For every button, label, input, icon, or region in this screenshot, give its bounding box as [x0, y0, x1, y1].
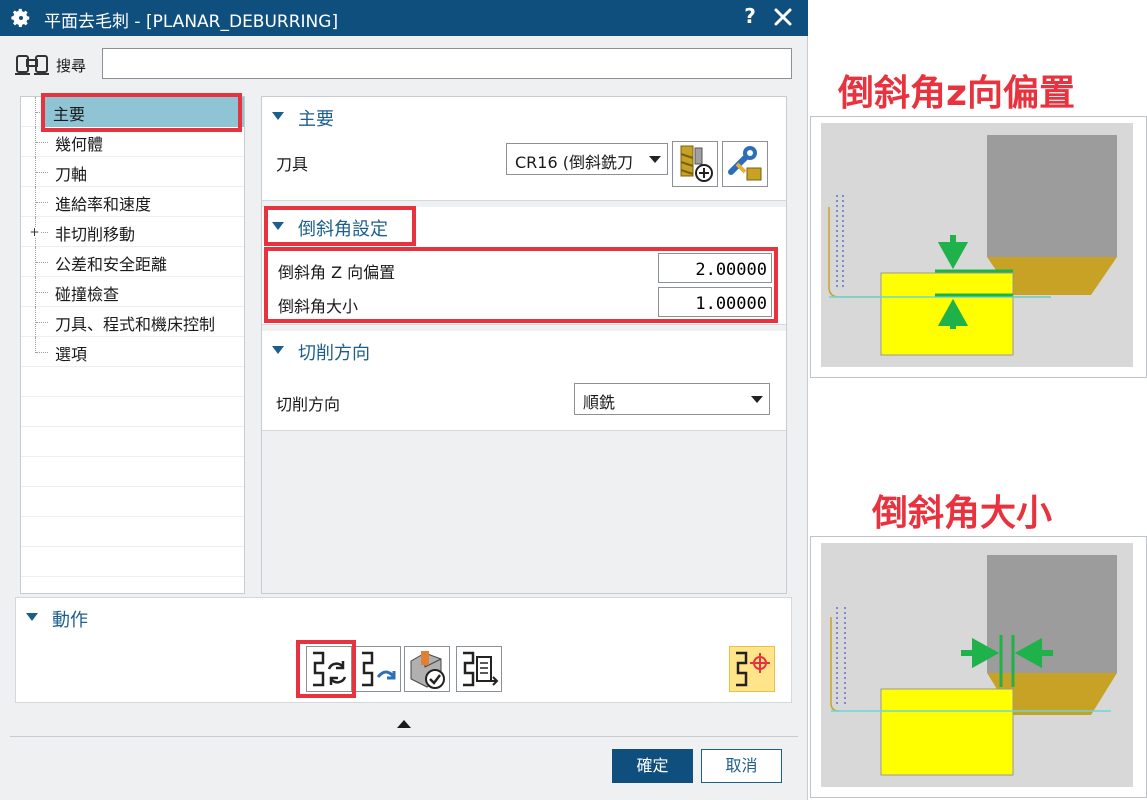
- list-toolpath-icon: [463, 651, 499, 687]
- chamfer-size-illustration: [810, 536, 1147, 798]
- chamfer-group-header[interactable]: 倒斜角設定: [272, 215, 388, 240]
- tree-item-non-cutting-moves[interactable]: + 非切削移動: [21, 217, 244, 247]
- tree-item-tool-axis[interactable]: 刀軸: [21, 157, 244, 187]
- tree-empty-row: [21, 547, 244, 577]
- replay-icon: [362, 651, 396, 687]
- chamfer-z-offset-illustration: [810, 116, 1147, 378]
- gear-icon: [11, 8, 30, 27]
- main-group: 主要 刀具 CR16 (倒斜銑刀: [262, 97, 786, 201]
- chamfer-z-offset-input[interactable]: [658, 253, 772, 283]
- tree-empty-row: [21, 427, 244, 457]
- chamfer-size-label: 倒斜角大小: [278, 297, 359, 316]
- collapse-triangle-icon: [272, 346, 284, 354]
- display-toolpath-button[interactable]: [729, 646, 775, 692]
- cut-direction-label: 切削方向: [276, 395, 341, 414]
- tree-empty-row: [21, 397, 244, 427]
- ok-button[interactable]: 確定: [612, 749, 693, 783]
- collapse-triangle-icon: [272, 112, 284, 120]
- navigator-tree: 主要 幾何體 刀軸 進給率和速度 + 非切削移動 公差和安全距離 碰撞檢查 刀具…: [20, 96, 245, 594]
- chevron-down-icon: [751, 396, 763, 403]
- search-label: 搜尋: [56, 57, 87, 75]
- actions-group-header[interactable]: 動作: [26, 606, 88, 631]
- help-button[interactable]: ?: [740, 4, 760, 28]
- tree-empty-row: [21, 487, 244, 517]
- title-bar: 平面去毛刺 - [PLANAR_DEBURRING] ?: [0, 0, 808, 36]
- tree-item-options[interactable]: 選項: [21, 337, 244, 367]
- edit-tool-button[interactable]: [722, 141, 768, 187]
- replay-toolpath-button[interactable]: [355, 646, 401, 692]
- wrench-tool-icon: [728, 146, 762, 181]
- tree-empty-row: [21, 457, 244, 487]
- actions-group: 動作: [15, 597, 792, 703]
- generate-toolpath-button[interactable]: [306, 646, 352, 692]
- main-group-header[interactable]: 主要: [272, 105, 334, 130]
- close-icon[interactable]: [772, 6, 794, 28]
- tree-item-tool-program-machine[interactable]: 刀具、程式和機床控制: [21, 307, 244, 337]
- binoculars-icon: [15, 55, 49, 75]
- cancel-button[interactable]: 取消: [701, 749, 782, 783]
- collapse-triangle-icon: [26, 613, 38, 621]
- chamfer-z-offset-title: 倒斜角z向偏置: [838, 73, 1075, 114]
- collapse-triangle-icon: [272, 222, 284, 230]
- expand-plus-icon[interactable]: +: [29, 226, 40, 238]
- list-toolpath-button[interactable]: [456, 646, 502, 692]
- tree-item-tolerances[interactable]: 公差和安全距離: [21, 247, 244, 277]
- tree-item-feeds-speeds[interactable]: 進給率和速度: [21, 187, 244, 217]
- tree-item-geometry[interactable]: 幾何體: [21, 127, 244, 157]
- toolpath-target-icon: [736, 651, 770, 687]
- dialog-title: 平面去毛刺 - [PLANAR_DEBURRING]: [44, 12, 339, 32]
- chamfer-z-offset-diagram: [821, 123, 1133, 367]
- tree-item-main[interactable]: 主要: [21, 97, 244, 127]
- search-row: 搜尋: [14, 48, 792, 82]
- tool-label: 刀具: [276, 155, 309, 174]
- tree-empty-row: [21, 367, 244, 397]
- cut-direction-group-header[interactable]: 切削方向: [272, 339, 370, 364]
- search-input[interactable]: [102, 48, 792, 79]
- cut-direction-dropdown[interactable]: 順銑: [574, 383, 770, 415]
- new-tool-button[interactable]: [672, 141, 718, 187]
- footer-divider: [10, 736, 798, 737]
- chamfer-settings-group: 倒斜角設定 倒斜角 Z 向偏置 倒斜角大小: [262, 207, 786, 325]
- verify-toolpath-button[interactable]: [404, 646, 450, 692]
- chamfer-size-input[interactable]: [658, 287, 772, 317]
- tool-dropdown[interactable]: CR16 (倒斜銑刀: [506, 143, 668, 175]
- tree-empty-row: [21, 517, 244, 547]
- collapse-up-icon[interactable]: [397, 720, 411, 728]
- chevron-down-icon: [649, 156, 661, 163]
- chamfer-size-diagram: [821, 543, 1133, 787]
- tree-item-collision-check[interactable]: 碰撞檢查: [21, 277, 244, 307]
- verify-icon: [410, 651, 445, 689]
- generate-icon: [313, 651, 347, 687]
- chamfer-size-title: 倒斜角大小: [872, 493, 1053, 534]
- planar-deburring-dialog: 平面去毛刺 - [PLANAR_DEBURRING] ? 搜尋 主要 幾何體 刀…: [0, 0, 808, 800]
- content-panel: 主要 刀具 CR16 (倒斜銑刀 倒斜角設定 倒斜角 Z 向偏置 2.00000…: [261, 96, 787, 594]
- cut-direction-group: 切削方向 切削方向 順銑: [262, 331, 786, 431]
- new-tool-icon: [680, 145, 713, 182]
- chamfer-z-offset-label: 倒斜角 Z 向偏置: [278, 263, 396, 282]
